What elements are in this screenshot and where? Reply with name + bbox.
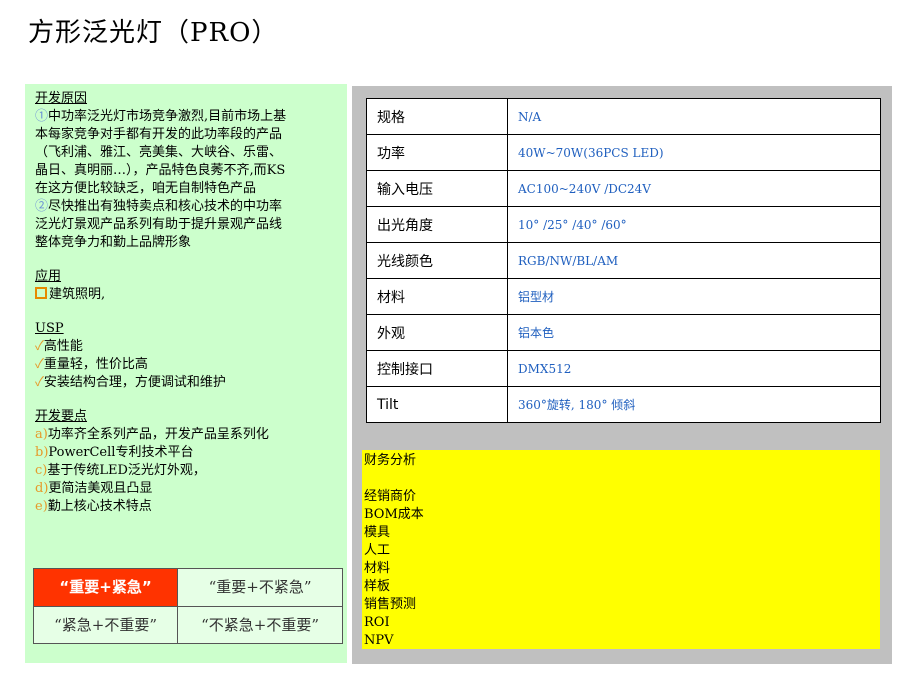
spec-label: 出光角度 [366, 206, 508, 243]
priority-matrix: “重要+紧急” “重要+不紧急” “紧急+不重要” “不紧急+不重要” [32, 568, 343, 644]
table-row: 功率 40W~70W(36PCS LED) [366, 134, 881, 171]
key-point-marker: c) [35, 463, 48, 478]
key-point-item: b)PowerCell专利技术平台 [35, 444, 337, 462]
matrix-important-not-urgent: “重要+不紧急” [177, 568, 343, 607]
matrix-urgent-not-important: “紧急+不重要” [32, 605, 179, 644]
finance-item: 经销商价 [364, 489, 417, 504]
dev-reason-line: 晶日、真明丽…），产品特色良莠不齐,而KS [35, 163, 286, 178]
specification-panel: 规格 N/A 功率 40W~70W(36PCS LED) 输入电压 AC100~240… [352, 86, 892, 664]
key-point-text: 功率齐全系列产品，开发产品呈系列化 [47, 427, 269, 442]
spec-value: 铝型材 [507, 278, 881, 315]
key-point-text: PowerCell专利技术平台 [48, 445, 194, 460]
checkmark-icon: ✓ [35, 375, 44, 390]
matrix-not-urgent-not-important: “不紧急+不重要” [177, 605, 343, 644]
key-point-marker: b) [35, 445, 49, 460]
application-text: 建筑照明, [49, 287, 106, 302]
finance-item: 模具 [364, 525, 391, 540]
key-point-marker: e) [35, 499, 48, 514]
spec-label: 规格 [366, 98, 508, 135]
spec-label: 控制接口 [366, 350, 508, 387]
key-point-text: 更简洁美观且凸显 [48, 481, 153, 496]
spec-table: 规格 N/A 功率 40W~70W(36PCS LED) 输入电压 AC100~240… [366, 98, 881, 423]
matrix-important-urgent: “重要+紧急” [32, 568, 179, 607]
square-bullet-icon [35, 287, 47, 299]
spec-label: Tilt [366, 386, 508, 423]
application-item: 建筑照明, [35, 286, 337, 304]
finance-item: 材料 [364, 561, 391, 576]
spec-value: DMX512 [507, 350, 881, 387]
table-row: 外观 铝本色 [366, 314, 881, 351]
spec-value: 铝本色 [507, 314, 881, 351]
key-point-item: e)勤上核心技术特点 [35, 498, 337, 516]
finance-analysis-box: 财务分析 经销商价 BOM成本 模具 人工 材料 样板 销售预测 ROI NPV [362, 450, 880, 649]
dev-reason-line: （飞利浦、雅江、亮美集、大峡谷、乐雷、 [35, 145, 283, 160]
spec-value: 360°旋转, 180° 倾斜 [507, 386, 881, 423]
table-row: 光线颜色 RGB/NW/BL/AM [366, 242, 881, 279]
spec-value: AC100~240V /DC24V [507, 170, 881, 207]
usp-text: 重量轻，性价比高 [43, 357, 148, 372]
checkmark-icon: ✓ [35, 357, 44, 372]
spec-label: 输入电压 [366, 170, 508, 207]
spec-value: RGB/NW/BL/AM [507, 242, 881, 279]
spec-label: 材料 [366, 278, 508, 315]
page-title: 方形泛光灯（PRO） [28, 18, 279, 48]
finance-item: ROI [364, 615, 390, 630]
finance-item: 销售预测 [364, 597, 417, 612]
key-point-text: 基于传统LED泛光灯外观， [47, 463, 206, 478]
dev-reason-line: 整体竞争力和勤上品牌形象 [35, 235, 192, 250]
dev-reason-line: 在这方便比较缺乏，咱无自制特色产品 [35, 181, 257, 196]
usp-item: ✓高性能 [35, 338, 337, 356]
table-row: 规格 N/A [366, 98, 881, 135]
spec-value: 40W~70W(36PCS LED) [507, 134, 881, 171]
key-points-heading: 开发要点 [35, 409, 88, 424]
finance-item: 样板 [364, 579, 391, 594]
application-heading: 应用 [35, 269, 62, 284]
item-marker-1: ① [35, 109, 49, 124]
spec-label: 功率 [366, 134, 508, 171]
dev-reason-line: 尽快推出有独特卖点和核心技术的中功率 [48, 199, 283, 214]
dev-reason-line: 中功率泛光灯市场竞争激烈,目前市场上基 [48, 109, 287, 124]
key-point-text: 勤上核心技术特点 [47, 499, 152, 514]
dev-reason-item-1: ①中功率泛光灯市场竞争激烈,目前市场上基 本每家竞争对手都有开发的此功率段的产品… [35, 108, 337, 198]
checkmark-icon: ✓ [35, 339, 44, 354]
table-row: 控制接口 DMX512 [366, 350, 881, 387]
table-row: 输入电压 AC100~240V /DC24V [366, 170, 881, 207]
dev-reason-item-2: ②尽快推出有独特卖点和核心技术的中功率 泛光灯景观产品系列有助于提升景观产品线 … [35, 198, 337, 252]
key-point-item: d)更简洁美观且凸显 [35, 480, 337, 498]
table-row: 材料 铝型材 [366, 278, 881, 315]
finance-heading: 财务分析 [364, 453, 417, 468]
usp-text: 安装结构合理，方便调试和维护 [43, 375, 226, 390]
finance-item: BOM成本 [364, 507, 424, 522]
item-marker-2: ② [35, 199, 49, 214]
dev-reason-heading: 开发原因 [35, 91, 88, 106]
finance-item: 人工 [364, 543, 391, 558]
dev-reason-line: 本每家竞争对手都有开发的此功率段的产品 [35, 127, 283, 142]
table-row: Tilt 360°旋转, 180° 倾斜 [366, 386, 881, 423]
dev-reason-line: 泛光灯景观产品系列有助于提升景观产品线 [35, 217, 283, 232]
spec-value: N/A [507, 98, 881, 135]
spec-label: 光线颜色 [366, 242, 508, 279]
usp-item: ✓安装结构合理，方便调试和维护 [35, 374, 337, 392]
usp-heading: USP [35, 321, 64, 336]
spec-value: 10° /25° /40° /60° [507, 206, 881, 243]
key-point-item: a)功率齐全系列产品，开发产品呈系列化 [35, 426, 337, 444]
usp-text: 高性能 [43, 339, 83, 354]
development-info-panel: 开发原因 ①中功率泛光灯市场竞争激烈,目前市场上基 本每家竞争对手都有开发的此功… [25, 84, 347, 663]
spec-label: 外观 [366, 314, 508, 351]
usp-item: ✓重量轻，性价比高 [35, 356, 337, 374]
key-point-marker: d) [35, 481, 49, 496]
key-point-marker: a) [35, 427, 48, 442]
key-point-item: c)基于传统LED泛光灯外观， [35, 462, 337, 480]
finance-item: NPV [364, 633, 394, 648]
table-row: 出光角度 10° /25° /40° /60° [366, 206, 881, 243]
